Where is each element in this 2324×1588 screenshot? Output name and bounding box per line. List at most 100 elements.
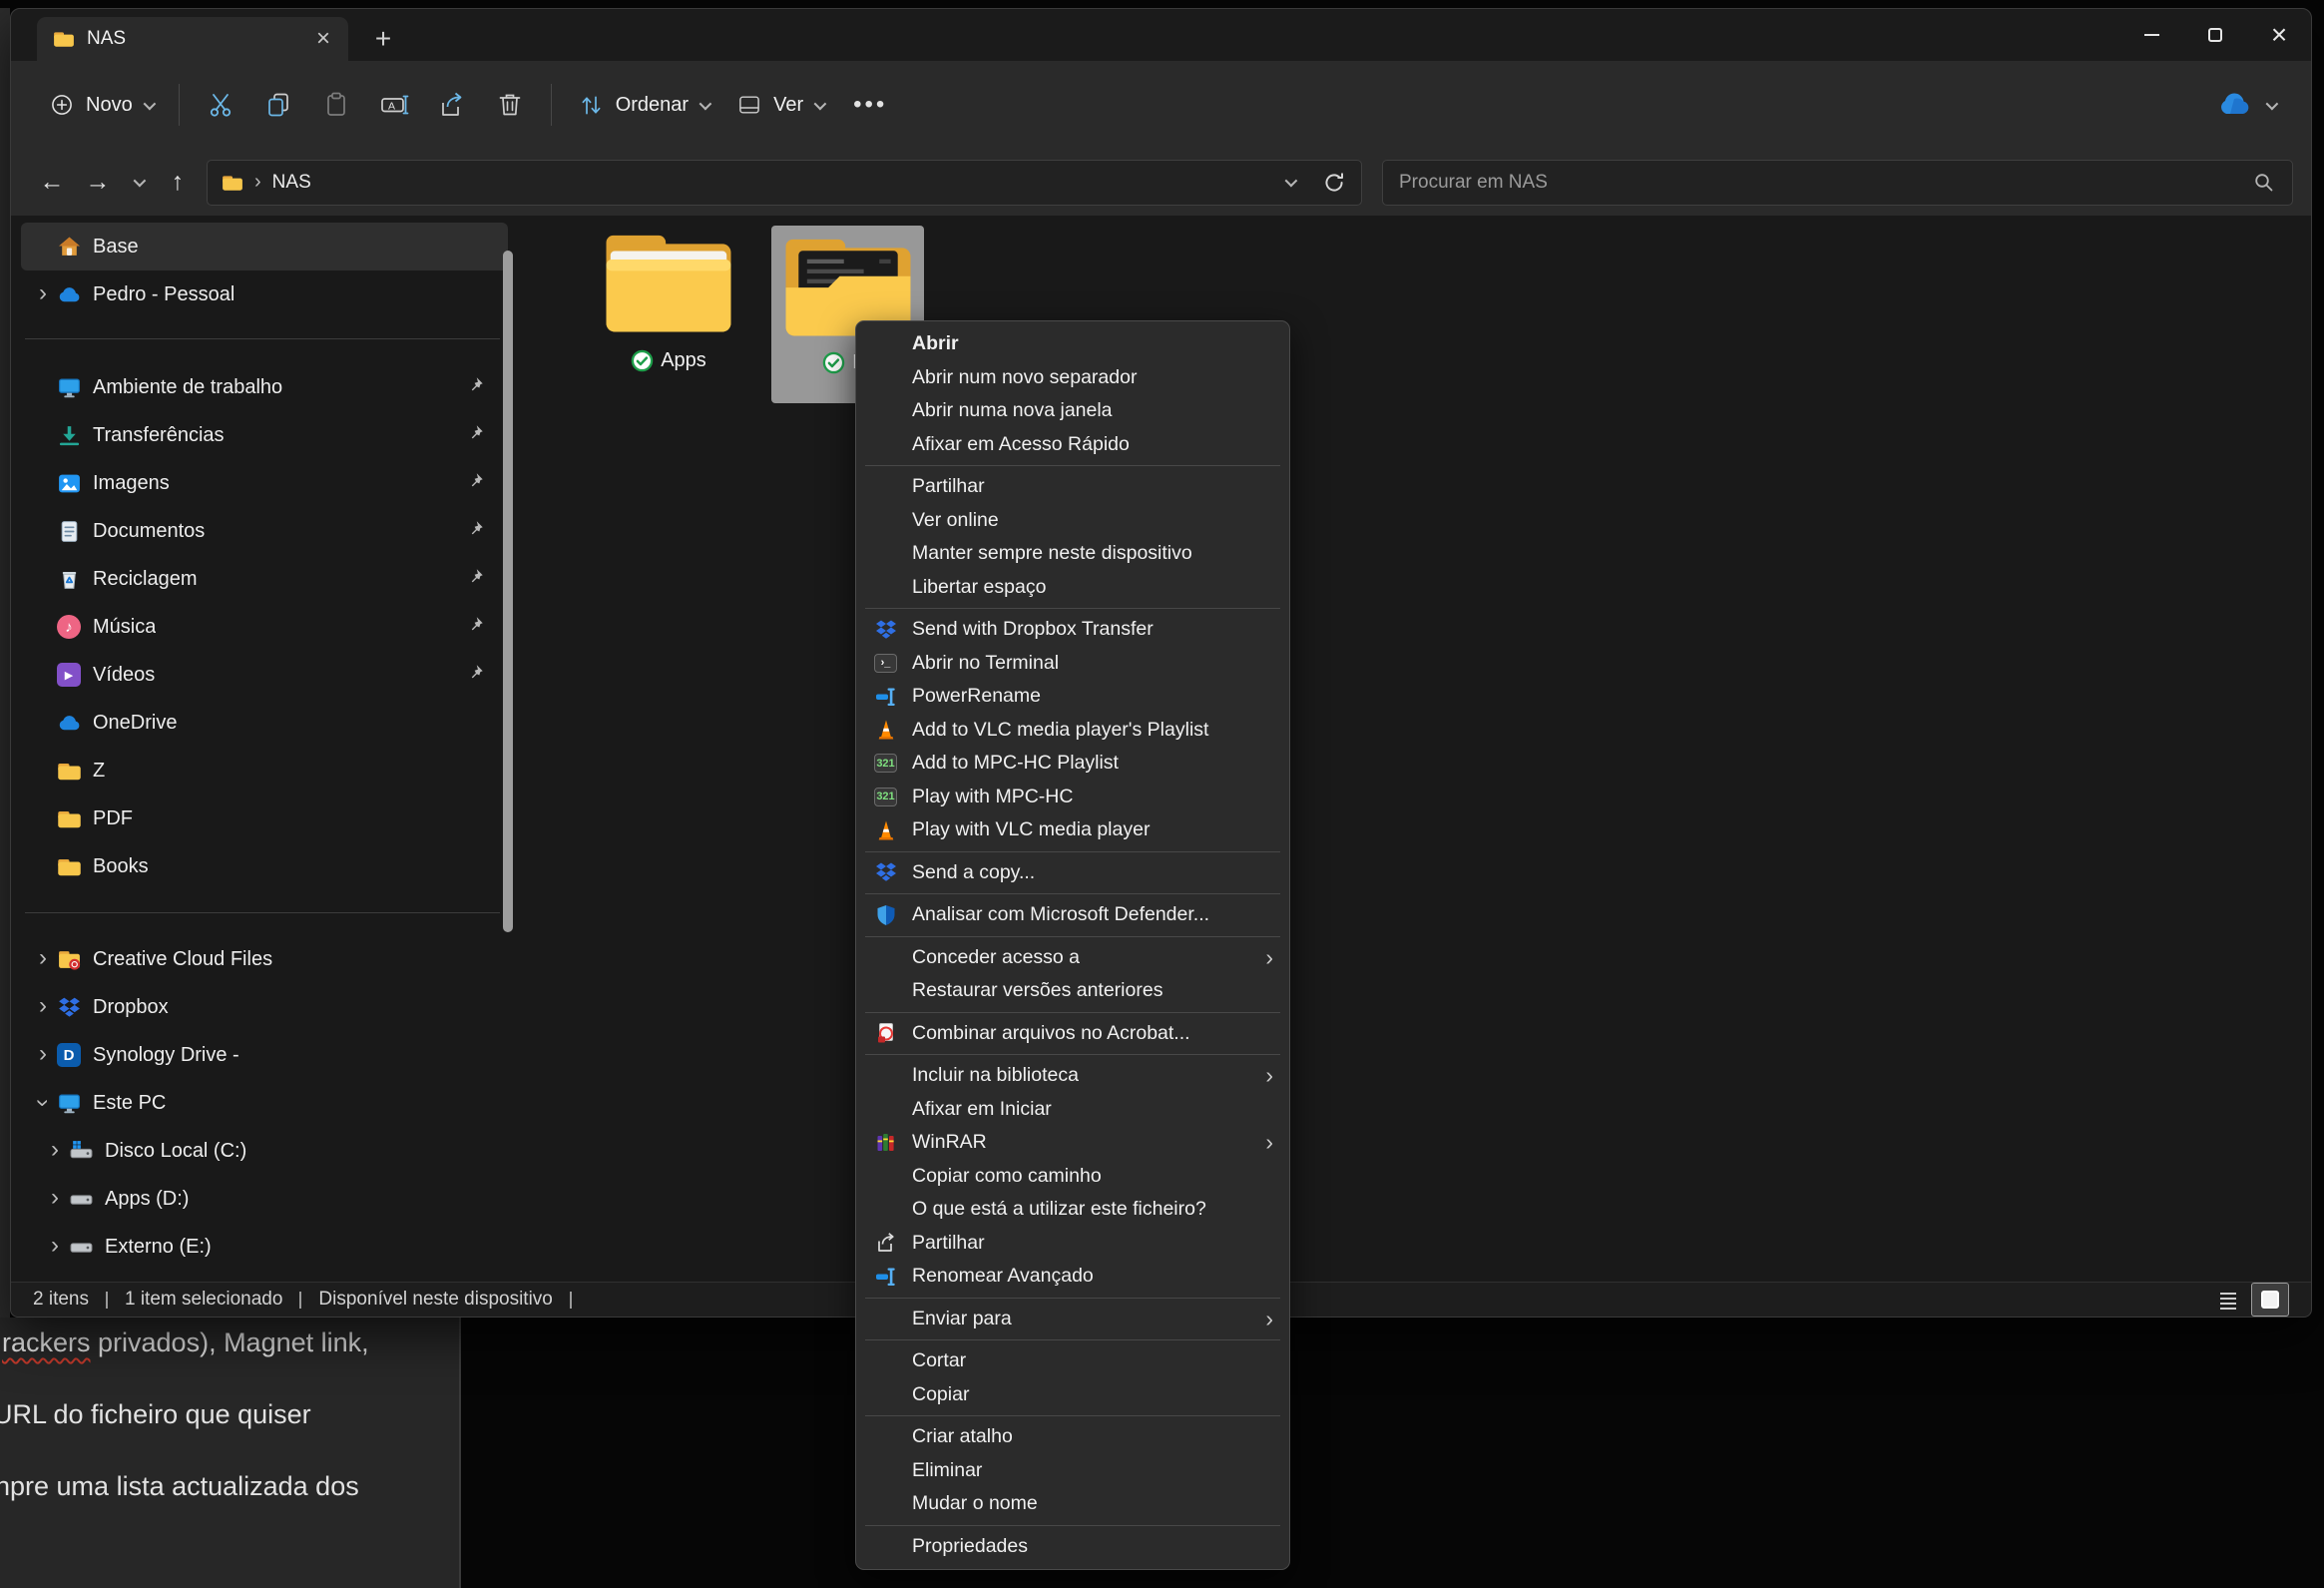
menu-item-eliminar[interactable]: Eliminar — [856, 1454, 1289, 1488]
maximize-button[interactable] — [2183, 9, 2247, 61]
menu-item-copiar[interactable]: Copiar — [856, 1378, 1289, 1412]
sidebar-item-creative-cloud-files[interactable]: › Creative Cloud Files — [21, 935, 508, 983]
sidebar-item-label: PDF — [93, 807, 133, 830]
breadcrumb-bar[interactable]: › NAS — [207, 160, 1362, 206]
menu-item-add-vlc-playlist[interactable]: Add to VLC media player's Playlist — [856, 714, 1289, 748]
menu-item-cortar[interactable]: Cortar — [856, 1344, 1289, 1378]
menu-item-afixar-acesso-rapido[interactable]: Afixar em Acesso Rápido — [856, 428, 1289, 462]
menu-item-ver-online[interactable]: Ver online — [856, 504, 1289, 538]
minimize-button[interactable] — [2119, 9, 2183, 61]
breadcrumb-path[interactable]: NAS — [272, 172, 311, 194]
menu-item-play-vlc[interactable]: Play with VLC media player — [856, 813, 1289, 847]
copy-button[interactable] — [249, 78, 307, 132]
menu-item-play-mpc[interactable]: 321Play with MPC-HC — [856, 781, 1289, 814]
more-options-button[interactable]: ••• — [837, 91, 903, 119]
icon-slot — [872, 1533, 899, 1560]
sidebar-scrollbar[interactable] — [503, 251, 513, 932]
menu-item-manter-neste-dispositivo[interactable]: Manter sempre neste dispositivo — [856, 537, 1289, 571]
chevron-right-icon[interactable]: › — [41, 1185, 69, 1213]
menu-item-partilhar[interactable]: Partilhar — [856, 1227, 1289, 1261]
chevron-down-icon[interactable]: › — [29, 1089, 57, 1117]
delete-button[interactable] — [481, 78, 539, 132]
chevron-right-icon[interactable]: › — [29, 280, 57, 308]
sidebar-item-downloads[interactable]: Transferências — [21, 411, 508, 459]
menu-item-afixar-iniciar[interactable]: Afixar em Iniciar — [856, 1093, 1289, 1127]
sidebar-item-synology-drive[interactable]: › D Synology Drive - — [21, 1031, 508, 1079]
sidebar-item-pdf[interactable]: PDF — [21, 794, 508, 842]
sidebar-item-this-pc[interactable]: › Este PC — [21, 1079, 508, 1127]
menu-item-enviar-para[interactable]: Enviar para› — [856, 1303, 1289, 1336]
rename-button[interactable] — [365, 78, 423, 132]
back-button[interactable]: ← — [29, 160, 75, 206]
plus-circle-icon — [49, 92, 75, 118]
sort-button[interactable]: Ordenar — [564, 82, 722, 129]
tab-close-icon[interactable]: × — [308, 24, 338, 54]
new-button[interactable]: Novo — [35, 82, 167, 128]
chevron-right-icon[interactable]: › — [29, 1041, 57, 1069]
sidebar-item-label: Música — [93, 616, 156, 639]
sidebar-item-externo-e[interactable]: › Externo (E:) — [21, 1223, 508, 1271]
address-dropdown-icon[interactable] — [1285, 175, 1298, 188]
sidebar-item-disco-local-c[interactable]: › Disco Local (C:) — [21, 1127, 508, 1175]
menu-item-partilhar-onedrive[interactable]: Partilhar — [856, 470, 1289, 504]
menu-item-libertar-espaco[interactable]: Libertar espaço — [856, 571, 1289, 605]
chevron-right-icon[interactable]: › — [29, 945, 57, 973]
sidebar-item-pictures[interactable]: Imagens — [21, 459, 508, 507]
chevron-right-icon[interactable]: › — [41, 1137, 69, 1165]
menu-item-restaurar-versoes[interactable]: Restaurar versões anteriores — [856, 974, 1289, 1008]
sidebar-item-music[interactable]: ♪ Música — [21, 603, 508, 651]
menu-item-defender-scan[interactable]: Analisar com Microsoft Defender... — [856, 898, 1289, 932]
menu-item-abrir[interactable]: Abrir — [856, 327, 1289, 361]
sidebar-item-apps-d[interactable]: › Apps (D:) — [21, 1175, 508, 1223]
sidebar-item-pedro-pessoal[interactable]: › Pedro - Pessoal — [21, 270, 508, 318]
menu-item-winrar[interactable]: WinRAR› — [856, 1126, 1289, 1160]
sidebar-item-recycle-bin[interactable]: Reciclagem — [21, 555, 508, 603]
menu-item-dropbox-transfer[interactable]: Send with Dropbox Transfer — [856, 613, 1289, 647]
menu-item-send-a-copy[interactable]: Send a copy... — [856, 856, 1289, 890]
menu-item-renomear-avancado[interactable]: Renomear Avançado — [856, 1260, 1289, 1294]
sidebar-item-desktop[interactable]: Ambiente de trabalho — [21, 363, 508, 411]
menu-item-powerrename[interactable]: PowerRename — [856, 680, 1289, 714]
sidebar-item-documents[interactable]: Documentos — [21, 507, 508, 555]
documents-icon — [57, 519, 93, 544]
menu-item-abrir-terminal[interactable]: ›_Abrir no Terminal — [856, 647, 1289, 681]
refresh-icon[interactable] — [1321, 170, 1347, 196]
sidebar-item-z[interactable]: Z — [21, 747, 508, 794]
menu-item-copiar-caminho[interactable]: Copiar como caminho — [856, 1160, 1289, 1194]
menu-item-combinar-acrobat[interactable]: Combinar arquivos no Acrobat... — [856, 1017, 1289, 1051]
submenu-chevron-icon: › — [1265, 1064, 1273, 1087]
menu-item-que-utiliza-ficheiro[interactable]: O que está a utilizar este ficheiro? — [856, 1193, 1289, 1227]
chevron-right-icon[interactable]: › — [29, 993, 57, 1021]
details-view-icon[interactable] — [2215, 1287, 2241, 1313]
onedrive-status-button[interactable] — [2204, 79, 2287, 131]
share-button[interactable] — [423, 78, 481, 132]
search-box[interactable] — [1382, 160, 2293, 206]
folder-tile-apps[interactable]: Apps — [598, 230, 739, 372]
sidebar-item-dropbox[interactable]: › Dropbox — [21, 983, 508, 1031]
menu-item-abrir-novo-separador[interactable]: Abrir num novo separador — [856, 361, 1289, 395]
menu-item-abrir-nova-janela[interactable]: Abrir numa nova janela — [856, 394, 1289, 428]
sidebar-item-onedrive[interactable]: OneDrive — [21, 699, 508, 747]
paste-button[interactable] — [307, 78, 365, 132]
thumbnail-view-toggle[interactable] — [2251, 1283, 2289, 1317]
sidebar-item-base[interactable]: Base — [21, 223, 508, 270]
menu-item-propriedades[interactable]: Propriedades — [856, 1530, 1289, 1564]
menu-item-criar-atalho[interactable]: Criar atalho — [856, 1420, 1289, 1454]
view-button[interactable]: Ver — [722, 82, 837, 128]
up-button[interactable]: ↑ — [155, 160, 201, 206]
tab-nas[interactable]: NAS × — [37, 17, 348, 61]
new-tab-button[interactable]: + — [362, 20, 404, 58]
close-button[interactable]: × — [2247, 9, 2311, 61]
recent-locations-button[interactable] — [121, 160, 155, 206]
cut-button[interactable] — [192, 78, 249, 132]
sidebar-item-videos[interactable]: ▶ Vídeos — [21, 651, 508, 699]
chevron-right-icon[interactable]: › — [41, 1233, 69, 1261]
sidebar-item-books[interactable]: Books — [21, 842, 508, 890]
tab-title: NAS — [87, 28, 296, 50]
search-input[interactable] — [1399, 172, 2242, 194]
menu-item-mudar-o-nome[interactable]: Mudar o nome — [856, 1487, 1289, 1521]
menu-item-incluir-biblioteca[interactable]: Incluir na biblioteca› — [856, 1059, 1289, 1093]
menu-item-add-mpc-playlist[interactable]: 321Add to MPC-HC Playlist — [856, 747, 1289, 781]
forward-button[interactable]: → — [75, 160, 121, 206]
menu-item-conceder-acesso[interactable]: Conceder acesso a› — [856, 941, 1289, 975]
